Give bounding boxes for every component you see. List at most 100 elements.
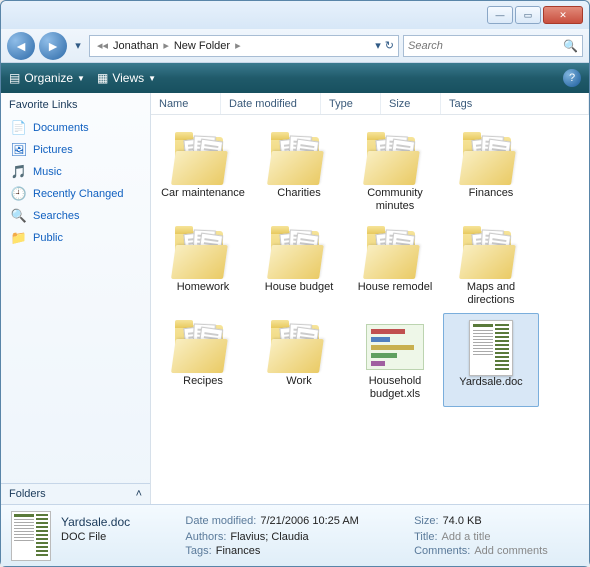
item-label: Yardsale.doc	[459, 376, 522, 389]
views-label: Views	[112, 71, 144, 85]
explorer-window: — ▭ ✕ ◄ ► ▾ ◂◂ Jonathan ▸ New Folder ▸ ▾…	[0, 0, 590, 567]
item-label: Work	[286, 375, 311, 388]
details-date-label: Date modified:	[185, 515, 256, 529]
refresh-button[interactable]: ↻	[385, 39, 394, 52]
details-comments[interactable]: Add comments	[474, 545, 547, 557]
breadcrumb-seg1[interactable]: Jonathan	[111, 40, 160, 52]
item-label: Community minutes	[349, 187, 441, 213]
forward-button[interactable]: ►	[39, 32, 67, 60]
public-icon: 📁	[11, 230, 27, 246]
organize-label: Organize	[24, 71, 73, 85]
sidebar-item-music[interactable]: 🎵 Music	[1, 161, 150, 183]
details-filetype: DOC File	[61, 531, 106, 543]
minimize-button[interactable]: —	[487, 6, 513, 24]
file-item[interactable]: Recipes	[155, 313, 251, 407]
col-size[interactable]: Size	[381, 93, 441, 114]
sidebar-item-label: Public	[33, 232, 63, 244]
details-size-label: Size:	[414, 515, 438, 529]
folders-pane-toggle[interactable]: Folders ˄	[1, 483, 150, 504]
col-tags[interactable]: Tags	[441, 93, 589, 114]
item-label: Finances	[469, 187, 514, 200]
maximize-button[interactable]: ▭	[515, 6, 541, 24]
sidebar-item-documents[interactable]: 📄 Documents	[1, 117, 150, 139]
details-size: 74.0 KB	[443, 515, 482, 529]
help-button[interactable]: ?	[563, 69, 581, 87]
file-item[interactable]: Homework	[155, 219, 251, 313]
search-icon[interactable]: 🔍	[563, 39, 578, 53]
details-comments-label: Comments:	[414, 545, 470, 557]
sidebar-item-label: Music	[33, 166, 62, 178]
file-item[interactable]: Work	[251, 313, 347, 407]
item-label: Charities	[277, 187, 320, 200]
item-label: House remodel	[358, 281, 433, 294]
col-type[interactable]: Type	[321, 93, 381, 114]
details-authors-label: Authors:	[185, 531, 226, 543]
sidebar-item-label: Recently Changed	[33, 188, 124, 200]
titlebar: — ▭ ✕	[1, 1, 589, 29]
file-item[interactable]: Maps and directions	[443, 219, 539, 313]
breadcrumb-root-chevron[interactable]: ◂◂	[94, 39, 111, 52]
details-title-label: Title:	[414, 531, 437, 543]
organize-icon: ▤	[9, 71, 20, 85]
favorites-header: Favorite Links	[1, 93, 150, 117]
search-box[interactable]: 🔍	[403, 35, 583, 57]
item-label: Household budget.xls	[349, 375, 441, 401]
details-tags-label: Tags:	[185, 545, 211, 557]
breadcrumb-chevron-icon[interactable]: ▸	[232, 39, 244, 52]
breadcrumb-seg2[interactable]: New Folder	[172, 40, 232, 52]
close-button[interactable]: ✕	[543, 6, 583, 24]
recent-icon: 🕘	[11, 186, 27, 202]
chevron-up-icon: ˄	[136, 488, 142, 500]
views-icon: ▦	[97, 71, 108, 85]
music-icon: 🎵	[11, 164, 27, 180]
file-item[interactable]: Car maintenance	[155, 125, 251, 219]
file-item[interactable]: Yardsale.doc	[443, 313, 539, 407]
sidebar-item-label: Pictures	[33, 144, 73, 156]
file-item[interactable]: Household budget.xls	[347, 313, 443, 407]
col-name[interactable]: Name	[151, 93, 221, 114]
views-button[interactable]: ▦ Views ▼	[97, 71, 156, 85]
toolbar: ▤ Organize ▼ ▦ Views ▼ ?	[1, 63, 589, 93]
chevron-down-icon: ▼	[77, 74, 85, 83]
nav-history-dropdown[interactable]: ▾	[71, 36, 85, 56]
breadcrumb-dropdown-icon[interactable]: ▾	[375, 39, 381, 52]
details-date: 7/21/2006 10:25 AM	[260, 515, 358, 529]
sidebar: Favorite Links 📄 Documents 🖼 Pictures 🎵 Mus…	[1, 93, 151, 504]
details-tags[interactable]: Finances	[216, 545, 261, 557]
file-item[interactable]: Community minutes	[347, 125, 443, 219]
search-input[interactable]	[408, 40, 563, 52]
sidebar-item-pictures[interactable]: 🖼 Pictures	[1, 139, 150, 161]
back-button[interactable]: ◄	[7, 32, 35, 60]
chevron-down-icon: ▼	[148, 74, 156, 83]
file-item[interactable]: House budget	[251, 219, 347, 313]
sidebar-item-label: Documents	[33, 122, 89, 134]
breadcrumb[interactable]: ◂◂ Jonathan ▸ New Folder ▸ ▾ ↻	[89, 35, 399, 57]
col-date[interactable]: Date modified	[221, 93, 321, 114]
item-label: House budget	[265, 281, 334, 294]
column-headers: Name Date modified Type Size Tags	[151, 93, 589, 115]
documents-icon: 📄	[11, 120, 27, 136]
items-grid[interactable]: Car maintenance Charities Community minute…	[151, 115, 589, 504]
breadcrumb-chevron-icon[interactable]: ▸	[160, 39, 172, 52]
organize-button[interactable]: ▤ Organize ▼	[9, 71, 85, 85]
main-pane: Name Date modified Type Size Tags Car ma…	[151, 93, 589, 504]
details-title[interactable]: Add a title	[442, 531, 491, 543]
sidebar-item-label: Searches	[33, 210, 79, 222]
details-pane: Yardsale.doc Date modified: 7/21/2006 10:…	[1, 504, 589, 566]
file-item[interactable]: House remodel	[347, 219, 443, 313]
details-thumbnail	[11, 511, 51, 561]
details-filename: Yardsale.doc	[61, 515, 130, 529]
folders-label: Folders	[9, 488, 46, 500]
sidebar-item-public[interactable]: 📁 Public	[1, 227, 150, 249]
details-info: Yardsale.doc Date modified: 7/21/2006 10:…	[61, 515, 579, 557]
sidebar-item-recent[interactable]: 🕘 Recently Changed	[1, 183, 150, 205]
file-item[interactable]: Finances	[443, 125, 539, 219]
content-area: Favorite Links 📄 Documents 🖼 Pictures 🎵 Mus…	[1, 93, 589, 504]
item-label: Car maintenance	[161, 187, 245, 200]
sidebar-item-searches[interactable]: 🔍Searches	[1, 205, 150, 227]
details-authors[interactable]: Flavius; Claudia	[230, 531, 308, 543]
item-label: Maps and directions	[445, 281, 537, 307]
file-item[interactable]: Charities	[251, 125, 347, 219]
pictures-icon: 🖼	[11, 142, 27, 158]
nav-row: ◄ ► ▾ ◂◂ Jonathan ▸ New Folder ▸ ▾ ↻ 🔍	[1, 29, 589, 63]
